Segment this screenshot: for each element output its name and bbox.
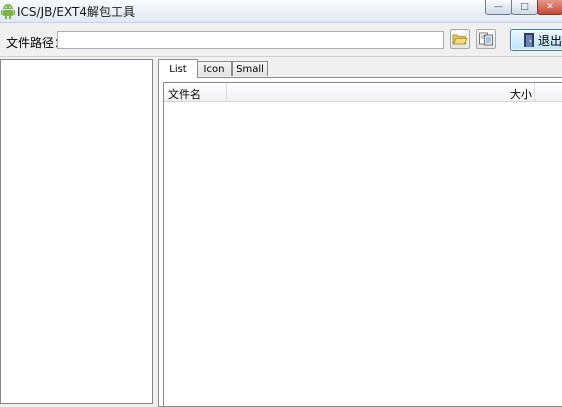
- exit-label: 退出: [538, 33, 562, 48]
- file-path-input[interactable]: [57, 31, 444, 49]
- file-view-panel: List Icon Small 文件名 大小: [156, 59, 562, 407]
- list-header: 文件名 大小: [164, 83, 562, 102]
- exit-door-icon: [524, 33, 534, 47]
- column-header-filename[interactable]: 文件名: [168, 86, 201, 102]
- maximize-button[interactable]: □: [511, 0, 538, 15]
- android-icon: [1, 4, 15, 19]
- tab-content: 文件名 大小: [158, 77, 562, 407]
- column-divider[interactable]: [226, 83, 227, 101]
- extract-icon: [479, 32, 493, 46]
- toolbar: 文件路径： 退出: [0, 23, 562, 57]
- tab-small[interactable]: Small: [232, 61, 268, 76]
- file-list-view[interactable]: 文件名 大小: [163, 82, 562, 406]
- close-button[interactable]: ✕: [537, 0, 562, 15]
- title-bar: ICS/JB/EXT4解包工具 — □ ✕: [0, 0, 562, 23]
- column-divider[interactable]: [534, 83, 535, 101]
- window-title: ICS/JB/EXT4解包工具: [17, 5, 135, 19]
- window-controls: — □ ✕: [485, 0, 562, 15]
- tab-icon[interactable]: Icon: [196, 61, 232, 76]
- column-header-size[interactable]: 大小: [510, 86, 532, 102]
- exit-button[interactable]: 退出: [510, 29, 562, 51]
- tab-list[interactable]: List: [158, 59, 198, 78]
- open-folder-button[interactable]: [450, 29, 470, 49]
- extract-button[interactable]: [476, 29, 496, 49]
- folder-open-icon: [452, 34, 468, 45]
- minimize-button[interactable]: —: [485, 0, 512, 15]
- directory-tree-panel[interactable]: [0, 59, 153, 404]
